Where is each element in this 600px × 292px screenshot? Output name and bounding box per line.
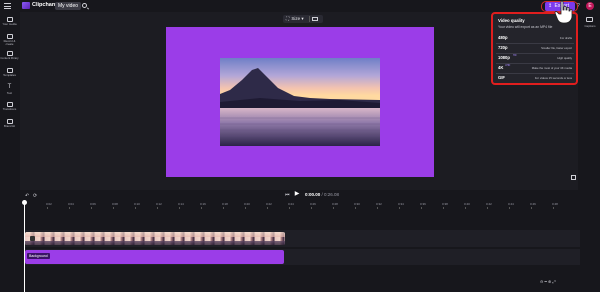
sidebar-item-templates[interactable]: Templates xyxy=(0,68,19,77)
size-button[interactable]: ⛶ Size ▾ xyxy=(286,15,304,23)
timeline-tick: 0:12 xyxy=(156,202,162,209)
sidebar-item-text[interactable]: T Text xyxy=(0,84,19,95)
timeline-tick: 0:42 xyxy=(486,202,492,209)
canvas-toolbar: ⛶ Size ▾ xyxy=(283,15,323,23)
top-bar xyxy=(0,0,600,12)
hd-badge: HD xyxy=(513,54,517,57)
captions-label: Captions xyxy=(584,24,596,28)
timeline-tick: 0:36 xyxy=(420,202,426,209)
timeline-tick: 0:26 xyxy=(310,202,316,209)
timeline-tick: 0:44 xyxy=(508,202,514,209)
timeline-tick: 0:28 xyxy=(332,202,338,209)
panel-title: Video quality xyxy=(498,18,525,23)
timeline-tick: 0:10 xyxy=(134,202,140,209)
background-clip-label: Background xyxy=(27,253,50,259)
quality-option-480p[interactable]: 480p For drafts xyxy=(496,34,574,43)
timeline-tick: 0:08 xyxy=(112,202,118,209)
sidebar-item-label: Brand kit xyxy=(3,124,16,128)
option-description: For videos 15 seconds or less xyxy=(534,76,572,80)
timeline-tick: 0:16 xyxy=(200,202,206,209)
timeline-tick: 0:40 xyxy=(464,202,470,209)
zoom-controls[interactable]: ⊖ ━ ⊕ ⤢ xyxy=(540,279,556,285)
hand-pointer-icon xyxy=(554,0,573,24)
option-description: Make the most of your 4K media xyxy=(531,66,572,70)
timeline-tick: 0:04 xyxy=(68,202,74,209)
toolbar-divider xyxy=(309,16,310,22)
total-time: 0:26.08 xyxy=(324,192,340,197)
sidebar-item-your-media[interactable]: Your media xyxy=(0,17,19,26)
timeline-tick: 0:32 xyxy=(376,202,382,209)
skip-back-icon[interactable]: ⏮ xyxy=(285,192,290,198)
background-clip[interactable] xyxy=(25,250,284,264)
search-icon[interactable] xyxy=(82,3,87,8)
fullscreen-icon[interactable] xyxy=(571,175,576,180)
undo-icon[interactable]: ↶ xyxy=(25,193,29,199)
redo-icon[interactable]: ⟳ xyxy=(33,193,37,199)
sidebar-item-label: Templates xyxy=(3,73,16,77)
quality-option-720p[interactable]: 720p Smaller file, faster export xyxy=(496,44,574,53)
current-time: 0:00.00 xyxy=(305,192,321,197)
option-description: For drafts xyxy=(560,36,572,40)
clip-audio-icon[interactable] xyxy=(30,236,35,241)
sidebar-item-label: Text xyxy=(6,91,13,95)
sidebar-item-record-create[interactable]: Record & create xyxy=(0,34,19,46)
playhead-handle[interactable] xyxy=(22,200,27,205)
option-name: GIF xyxy=(498,75,505,80)
option-description: High quality xyxy=(557,56,572,60)
option-description: Smaller file, faster export xyxy=(541,46,572,50)
timeline-tick: 0:46 xyxy=(530,202,536,209)
video-clip[interactable] xyxy=(25,232,285,245)
option-name: 4K xyxy=(498,65,504,70)
sunset-mountain-image[interactable] xyxy=(220,58,380,146)
menu-icon[interactable] xyxy=(4,3,11,9)
timecode: 0:00.00 / 0:26.08 xyxy=(305,192,339,197)
timeline-tick: 0:22 xyxy=(266,202,272,209)
play-button[interactable]: ▶ xyxy=(293,190,301,198)
timeline-tick: 0:02 xyxy=(46,202,52,209)
clipchamp-logo xyxy=(22,2,30,9)
timeline-ruler[interactable]: 0:02 0:04 0:06 0:08 0:10 0:12 0:14 0:16 0:18 0:20… xyxy=(24,202,580,210)
timeline-tick: 0:24 xyxy=(288,202,294,209)
sidebar-item-brand-kit[interactable]: Brand kit xyxy=(0,119,19,128)
uhd-badge: UHD xyxy=(505,64,511,67)
timeline-tick: 0:38 xyxy=(442,202,448,209)
timeline-tick: 0:14 xyxy=(178,202,184,209)
timeline-tick: 0:48 xyxy=(552,202,558,209)
playhead-line[interactable] xyxy=(24,204,25,292)
timeline-tick: 0:30 xyxy=(354,202,360,209)
captions-icon[interactable] xyxy=(586,17,593,22)
option-name: 1080p xyxy=(498,55,510,60)
panel-subtitle: Your video will export as an MP4 file xyxy=(498,25,553,29)
quality-option-4k[interactable]: 4K UHD Make the most of your 4K media xyxy=(496,64,574,73)
quality-option-gif[interactable]: GIF For videos 15 seconds or less xyxy=(496,74,574,83)
sidebar-item-label: Content library xyxy=(0,56,19,60)
left-sidebar: Your media Record & create Content libra… xyxy=(0,12,19,292)
timeline-tick: 0:18 xyxy=(222,202,228,209)
quality-option-1080p[interactable]: 1080p HD High quality xyxy=(496,54,574,63)
timeline-tick: 0:34 xyxy=(398,202,404,209)
option-name: 480p xyxy=(498,35,508,40)
sidebar-item-label: Transitions xyxy=(2,107,17,111)
avatar[interactable]: E xyxy=(586,2,594,10)
help-icon[interactable]: ? xyxy=(577,3,580,9)
sidebar-item-label: Your media xyxy=(2,22,17,26)
sidebar-item-content-library[interactable]: Content library xyxy=(0,51,19,60)
sidebar-item-transitions[interactable]: Transitions xyxy=(0,102,19,111)
layout-icon[interactable] xyxy=(312,17,318,21)
sidebar-item-label: Record & create xyxy=(3,39,16,46)
project-name-button[interactable]: My video xyxy=(55,2,82,10)
timeline-tick: 0:06 xyxy=(90,202,96,209)
option-name: 720p xyxy=(498,45,508,50)
size-label: Size xyxy=(291,16,301,21)
timeline-tick: 0:20 xyxy=(244,202,250,209)
